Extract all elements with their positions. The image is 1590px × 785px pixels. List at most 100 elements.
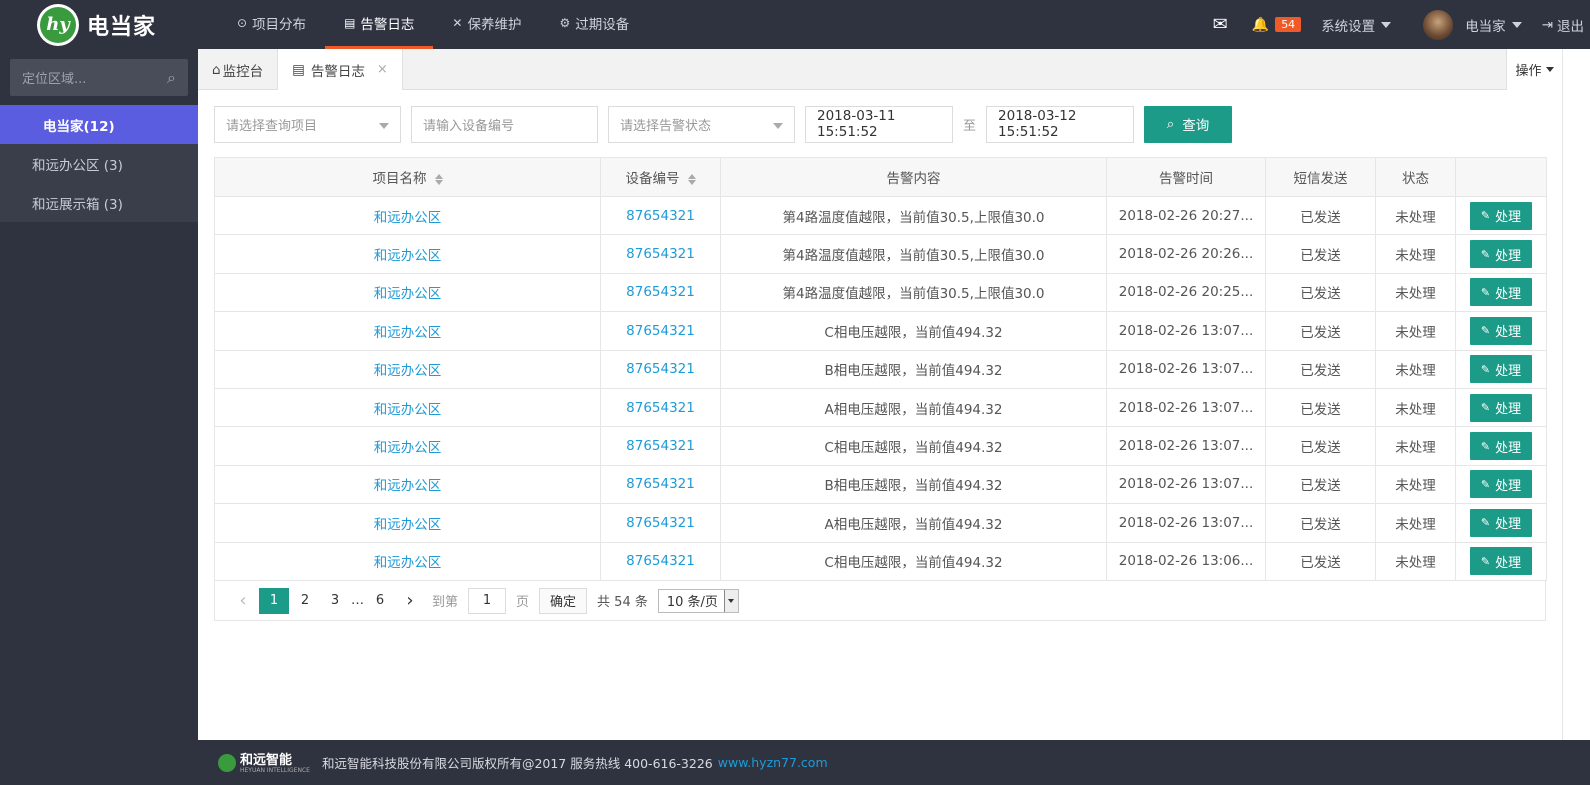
handle-label: 处理	[1495, 210, 1522, 226]
nav-item-maintenance[interactable]: ✕ 保养维护	[433, 0, 540, 49]
cell-device-number[interactable]: 87654321	[600, 349, 721, 389]
page-scrollbar[interactable]	[1562, 49, 1590, 740]
handle-button[interactable]: ✎ 处理	[1470, 470, 1532, 499]
chevron-down-icon	[723, 589, 738, 612]
cell-project-name[interactable]: 和远办公区	[214, 195, 601, 236]
start-date-value: 2018-03-11 15:51:52	[817, 108, 896, 140]
cell-project-name[interactable]: 和远办公区	[214, 272, 601, 313]
pencil-icon: ✎	[1480, 209, 1491, 223]
sidebar-item-office[interactable]: 和远办公区 (3)	[0, 144, 198, 183]
cell-project-name[interactable]: 和远办公区	[214, 541, 601, 581]
col-action	[1455, 157, 1547, 197]
col-device-number[interactable]: 设备编号	[600, 157, 721, 197]
tab-alarm-log[interactable]: ▤ 告警日志 ×	[278, 49, 403, 90]
mail-button[interactable]: ✉	[1213, 14, 1228, 35]
search-icon: ⌕	[1166, 116, 1175, 132]
start-date-input[interactable]: 2018-03-11 15:51:52	[805, 105, 953, 143]
page-size-value: 10 条/页	[666, 595, 718, 610]
cell-status: 未处理	[1375, 426, 1456, 466]
cell-status: 未处理	[1375, 195, 1456, 236]
goto-page-input[interactable]: 1	[468, 587, 507, 614]
user-menu[interactable]: 电当家	[1423, 9, 1522, 40]
chevron-down-icon	[1381, 21, 1392, 28]
cell-project-name[interactable]: 和远办公区	[214, 311, 601, 351]
cell-device-number[interactable]: 87654321	[600, 272, 721, 313]
handle-button[interactable]: ✎ 处理	[1470, 240, 1532, 269]
cell-project-name[interactable]: 和远办公区	[214, 387, 601, 428]
cell-project-name[interactable]: 和远办公区	[214, 234, 601, 274]
chevron-down-icon	[773, 122, 783, 129]
close-icon[interactable]: ×	[377, 62, 388, 77]
page-6[interactable]: 6	[366, 588, 394, 614]
prev-page-button[interactable]: ‹	[229, 588, 257, 614]
query-button[interactable]: ⌕ 查询	[1144, 105, 1233, 143]
goto-confirm-button[interactable]: 确定	[539, 587, 588, 614]
cell-project-name[interactable]: 和远办公区	[214, 426, 601, 466]
handle-button[interactable]: ✎ 处理	[1470, 316, 1532, 345]
project-select[interactable]: 请选择查询项目	[214, 105, 401, 143]
cell-device-number[interactable]: 87654321	[600, 464, 721, 505]
header-label: 项目名称	[372, 171, 427, 187]
pencil-icon: ✎	[1480, 554, 1491, 568]
handle-label: 处理	[1495, 555, 1522, 571]
sidebar-item-showcase[interactable]: 和远展示箱 (3)	[0, 183, 198, 222]
device-number-input[interactable]: 请输入设备编号	[411, 105, 598, 143]
nav-item-expired-devices[interactable]: ⚙ 过期设备	[540, 0, 648, 49]
cell-alarm-time: 2018-02-26 13:07...	[1106, 387, 1266, 428]
handle-button[interactable]: ✎ 处理	[1470, 393, 1532, 422]
sort-icon[interactable]	[687, 173, 696, 186]
end-date-input[interactable]: 2018-03-12 15:51:52	[986, 105, 1135, 143]
handle-button[interactable]: ✎ 处理	[1470, 432, 1532, 461]
goto-label: 到第	[432, 595, 459, 610]
app-logo[interactable]: hy 电当家	[0, 0, 200, 49]
cell-device-number[interactable]: 87654321	[600, 195, 721, 236]
handle-label: 处理	[1495, 440, 1522, 456]
page-1[interactable]: 1	[259, 587, 289, 614]
cell-project-name[interactable]: 和远办公区	[214, 349, 601, 389]
tab-monitor[interactable]: ⌂ 监控台	[198, 49, 279, 90]
page-3[interactable]: 3	[321, 588, 349, 614]
cell-device-number[interactable]: 87654321	[600, 426, 721, 466]
handle-button[interactable]: ✎ 处理	[1470, 355, 1532, 384]
sort-icon[interactable]	[434, 173, 443, 186]
cell-device-number[interactable]: 87654321	[600, 541, 721, 581]
cell-device-number[interactable]: 87654321	[600, 503, 721, 543]
handle-label: 处理	[1495, 248, 1522, 264]
page-size-select[interactable]: 10 条/页	[657, 588, 739, 613]
handle-button[interactable]: ✎ 处理	[1470, 201, 1532, 230]
cell-alarm-content: A相电压越限，当前值494.32	[720, 503, 1107, 543]
home-icon: ⌂	[212, 61, 221, 78]
col-sms-sent: 短信发送	[1265, 157, 1376, 197]
operations-dropdown[interactable]: 操作	[1506, 49, 1562, 90]
cell-project-name[interactable]: 和远办公区	[214, 503, 601, 543]
notifications-button[interactable]: 🔔 54	[1252, 17, 1302, 33]
cell-device-number[interactable]: 87654321	[600, 387, 721, 428]
page-2[interactable]: 2	[291, 588, 319, 614]
cell-status: 未处理	[1375, 311, 1456, 351]
pencil-icon: ✎	[1480, 324, 1491, 338]
footer-logo-text-wrap: 和远智能 HEYUAN INTELLIGENCE	[240, 752, 310, 774]
footer: 和远智能 HEYUAN INTELLIGENCE 和远智能科技股份有限公司版权所…	[198, 740, 1590, 785]
clipboard-icon: ▤	[292, 61, 305, 78]
nav-label: 告警日志	[360, 17, 415, 33]
system-settings-dropdown[interactable]: 系统设置	[1321, 15, 1392, 35]
footer-website-link[interactable]: www.hyzn77.com	[718, 755, 828, 770]
cell-project-name[interactable]: 和远办公区	[214, 464, 601, 505]
table-row: 和远办公区 87654321 第4路温度值越限，当前值30.5,上限值30.0 201…	[214, 272, 1547, 313]
handle-button[interactable]: ✎ 处理	[1470, 508, 1532, 537]
next-page-button[interactable]: ›	[396, 588, 424, 614]
cell-device-number[interactable]: 87654321	[600, 311, 721, 351]
area-search-input[interactable]: 定位区域... ⌕	[10, 59, 188, 96]
main-content: ⌂ 监控台 ▤ 告警日志 × 操作 请选择查询项目 请输入设备编号 请选择告警状…	[198, 49, 1562, 740]
search-icon[interactable]: ⌕	[167, 68, 176, 88]
alarm-status-select[interactable]: 请选择告警状态	[608, 105, 795, 143]
cell-device-number[interactable]: 87654321	[600, 234, 721, 274]
table-row: 和远办公区 87654321 A相电压越限，当前值494.32 2018-02-26 …	[214, 387, 1547, 428]
sidebar-item-root[interactable]: 电当家(12)	[0, 105, 198, 144]
logout-button[interactable]: ⇥ 退出	[1542, 15, 1584, 35]
handle-button[interactable]: ✎ 处理	[1470, 278, 1532, 307]
handle-button[interactable]: ✎ 处理	[1470, 547, 1532, 576]
nav-item-project-distribution[interactable]: ⊙ 项目分布	[218, 0, 325, 49]
nav-item-alarm-log[interactable]: ▤ 告警日志	[325, 0, 434, 49]
col-project-name[interactable]: 项目名称	[214, 157, 601, 197]
